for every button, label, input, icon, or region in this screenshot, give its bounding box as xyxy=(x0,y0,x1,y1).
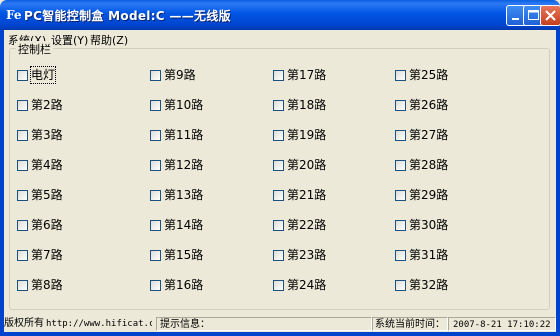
checkbox-box[interactable] xyxy=(273,130,284,141)
checkbox-label: 第14路 xyxy=(164,218,204,232)
status-time-value: 2007-8-21 17:10:22 xyxy=(448,317,556,331)
status-hint: 提示信息： xyxy=(156,317,372,331)
checkbox-label: 第27路 xyxy=(409,128,449,142)
checkbox-box[interactable] xyxy=(17,190,28,201)
control-group xyxy=(9,48,550,310)
checkbox-box[interactable] xyxy=(150,190,161,201)
checkbox-label: 第16路 xyxy=(164,278,204,292)
checkbox-label: 第22路 xyxy=(287,218,327,232)
checkbox-label: 第32路 xyxy=(409,278,449,292)
checkbox-box[interactable] xyxy=(17,280,28,291)
checkbox-label: 第11路 xyxy=(164,128,204,142)
menu-settings[interactable]: 设置(Y) xyxy=(51,32,88,48)
checkbox-box[interactable] xyxy=(150,130,161,141)
checkbox-label: 第12路 xyxy=(164,158,204,172)
checkbox-label: 第10路 xyxy=(164,98,204,112)
checkbox-label: 第29路 xyxy=(409,188,449,202)
checkbox-box[interactable] xyxy=(17,250,28,261)
checkbox-label: 第26路 xyxy=(409,98,449,112)
checkbox-box[interactable] xyxy=(17,70,28,81)
window-title: PC智能控制盒 Model:C ——无线版 xyxy=(24,9,231,23)
checkbox-label: 第3路 xyxy=(31,128,63,142)
status-time-label: 系统当前时间： xyxy=(372,317,448,331)
checkbox-box[interactable] xyxy=(17,130,28,141)
checkbox-box[interactable] xyxy=(395,160,406,171)
checkbox-box[interactable] xyxy=(395,130,406,141)
checkbox-label: 第4路 xyxy=(31,158,63,172)
checkbox-box[interactable] xyxy=(150,160,161,171)
status-copyright: 版权所有 xyxy=(4,318,44,329)
checkbox-label: 电灯 xyxy=(29,66,57,84)
checkbox-label: 第30路 xyxy=(409,218,449,232)
checkbox-box[interactable] xyxy=(395,190,406,201)
checkbox-box[interactable] xyxy=(150,280,161,291)
checkbox-label: 第21路 xyxy=(287,188,327,202)
checkbox-box[interactable] xyxy=(273,190,284,201)
checkbox-label: 第2路 xyxy=(31,98,63,112)
checkbox-box[interactable] xyxy=(395,220,406,231)
app-icon[interactable]: Fe xyxy=(6,7,22,23)
checkbox-label: 第23路 xyxy=(287,248,327,262)
control-group-label: 控制栏 xyxy=(16,41,53,57)
checkbox-label: 第9路 xyxy=(164,68,196,82)
checkbox-label: 第24路 xyxy=(287,278,327,292)
checkbox-label: 第18路 xyxy=(287,98,327,112)
close-icon xyxy=(545,10,556,21)
checkbox-label: 第20路 xyxy=(287,158,327,172)
checkbox-box[interactable] xyxy=(17,220,28,231)
checkbox-box[interactable] xyxy=(150,250,161,261)
checkbox-box[interactable] xyxy=(17,100,28,111)
checkbox-box[interactable] xyxy=(273,100,284,111)
checkbox-box[interactable] xyxy=(17,160,28,171)
checkbox-box[interactable] xyxy=(395,100,406,111)
title-bar[interactable]: Fe PC智能控制盒 Model:C ——无线版 xyxy=(0,0,560,30)
checkbox-label: 第8路 xyxy=(31,278,63,292)
checkbox-box[interactable] xyxy=(150,70,161,81)
status-hint-label: 提示信息： xyxy=(160,319,210,330)
checkbox-box[interactable] xyxy=(395,250,406,261)
checkbox-box[interactable] xyxy=(273,160,284,171)
status-bar: 版权所有 http://www.hificat.com 提示信息： 系统当前时间… xyxy=(4,316,556,332)
close-button[interactable] xyxy=(540,5,560,26)
status-url[interactable]: http://www.hificat.com xyxy=(46,317,152,331)
checkbox-box[interactable] xyxy=(273,220,284,231)
checkbox-label: 第15路 xyxy=(164,248,204,262)
checkbox-box[interactable] xyxy=(273,70,284,81)
checkbox-label: 第17路 xyxy=(287,68,327,82)
checkbox-label: 第19路 xyxy=(287,128,327,142)
checkbox-label: 第6路 xyxy=(31,218,63,232)
checkbox-box[interactable] xyxy=(273,280,284,291)
checkbox-box[interactable] xyxy=(150,220,161,231)
checkbox-label: 第5路 xyxy=(31,188,63,202)
checkbox-label: 第25路 xyxy=(409,68,449,82)
checkbox-box[interactable] xyxy=(150,100,161,111)
checkbox-box[interactable] xyxy=(395,280,406,291)
checkbox-box[interactable] xyxy=(273,250,284,261)
checkbox-box[interactable] xyxy=(395,70,406,81)
menu-bar: 系统(X) 设置(Y) 帮助(Z) xyxy=(4,30,556,48)
checkbox-label: 第28路 xyxy=(409,158,449,172)
checkbox-label: 第31路 xyxy=(409,248,449,262)
checkbox-label: 第13路 xyxy=(164,188,204,202)
menu-help[interactable]: 帮助(Z) xyxy=(90,32,128,48)
checkbox-label: 第7路 xyxy=(31,248,63,262)
